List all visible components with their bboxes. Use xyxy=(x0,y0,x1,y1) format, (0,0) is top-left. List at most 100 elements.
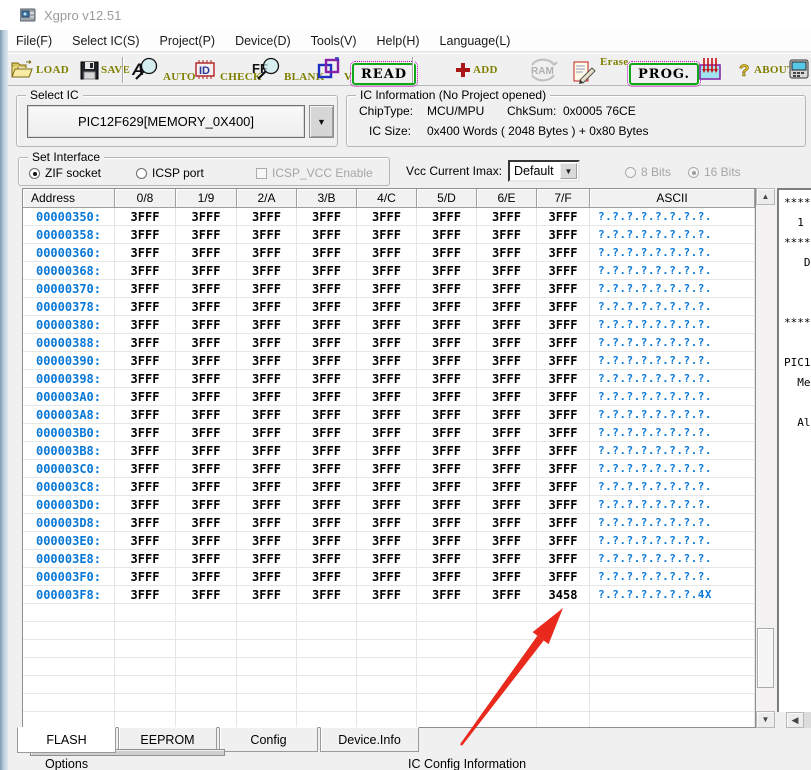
ascii-cell[interactable]: ?.?.?.?.?.?.?.?. xyxy=(590,478,755,496)
hex-value-cell[interactable]: 3FFF xyxy=(357,334,417,352)
hex-value-cell[interactable]: 3FFF xyxy=(477,550,537,568)
icsp-port-radio[interactable]: ICSP port xyxy=(136,164,204,182)
ascii-cell[interactable]: ?.?.?.?.?.?.?.?. xyxy=(590,316,755,334)
hex-value-cell[interactable]: 3FFF xyxy=(537,226,590,244)
hex-value-cell[interactable]: 3FFF xyxy=(237,460,297,478)
hex-value-cell[interactable]: 3FFF xyxy=(357,316,417,334)
ascii-cell[interactable]: ?.?.?.?.?.?.?.?. xyxy=(590,568,755,586)
ascii-cell[interactable]: ?.?.?.?.?.?.?.4X xyxy=(590,586,755,604)
hex-value-cell[interactable]: 3FFF xyxy=(176,280,237,298)
hex-value-cell[interactable]: 3FFF xyxy=(176,226,237,244)
scrollbar-thumb[interactable] xyxy=(757,628,774,688)
hex-value-cell[interactable]: 3FFF xyxy=(477,226,537,244)
hex-value-cell[interactable]: 3FFF xyxy=(357,442,417,460)
hex-value-cell[interactable]: 3FFF xyxy=(297,244,357,262)
hex-value-cell[interactable]: 3FFF xyxy=(115,514,176,532)
hex-value-cell[interactable]: 3FFF xyxy=(537,478,590,496)
hex-value-cell[interactable]: 3FFF xyxy=(297,262,357,280)
ascii-cell[interactable]: ?.?.?.?.?.?.?.?. xyxy=(590,280,755,298)
hex-value-cell[interactable]: 3FFF xyxy=(417,208,477,226)
hex-value-cell[interactable]: 3FFF xyxy=(176,262,237,280)
hex-value-cell[interactable]: 3FFF xyxy=(537,262,590,280)
hex-value-cell[interactable]: 3FFF xyxy=(176,406,237,424)
hex-value-cell[interactable]: 3FFF xyxy=(237,550,297,568)
hex-value-cell[interactable]: 3FFF xyxy=(417,568,477,586)
ascii-cell[interactable]: ?.?.?.?.?.?.?.?. xyxy=(590,352,755,370)
hex-value-cell[interactable]: 3FFF xyxy=(417,334,477,352)
hex-value-cell[interactable]: 3FFF xyxy=(237,496,297,514)
load-button[interactable]: LOAD xyxy=(10,54,69,86)
hex-value-cell[interactable]: 3FFF xyxy=(537,244,590,262)
scrollbar-track[interactable] xyxy=(804,712,811,728)
menu-item-device-d[interactable]: Device(D) xyxy=(225,32,301,50)
hex-value-cell[interactable]: 3FFF xyxy=(537,316,590,334)
hex-value-cell[interactable]: 3FFF xyxy=(115,550,176,568)
address-cell[interactable]: 000003E8: xyxy=(23,550,115,568)
hex-value-cell[interactable]: 3FFF xyxy=(115,478,176,496)
hex-value-cell[interactable]: 3FFF xyxy=(115,532,176,550)
hex-value-cell[interactable]: 3FFF xyxy=(537,568,590,586)
hex-value-cell[interactable]: 3FFF xyxy=(297,208,357,226)
hex-value-cell[interactable]: 3FFF xyxy=(477,388,537,406)
ascii-cell[interactable]: ?.?.?.?.?.?.?.?. xyxy=(590,514,755,532)
hex-value-cell[interactable]: 3FFF xyxy=(477,568,537,586)
hex-value-cell[interactable]: 3FFF xyxy=(176,568,237,586)
hex-value-cell[interactable]: 3FFF xyxy=(237,316,297,334)
ascii-cell[interactable]: ?.?.?.?.?.?.?.?. xyxy=(590,424,755,442)
hex-value-cell[interactable]: 3FFF xyxy=(357,550,417,568)
hex-value-cell[interactable]: 3FFF xyxy=(237,298,297,316)
hex-value-cell[interactable]: 3FFF xyxy=(297,226,357,244)
hex-value-cell[interactable]: 3FFF xyxy=(237,226,297,244)
ascii-cell[interactable]: ?.?.?.?.?.?.?.?. xyxy=(590,244,755,262)
hex-value-cell[interactable]: 3FFF xyxy=(477,334,537,352)
hex-value-cell[interactable]: 3FFF xyxy=(537,532,590,550)
add-button[interactable]: ADD xyxy=(455,54,498,86)
hex-value-cell[interactable]: 3FFF xyxy=(477,370,537,388)
hex-value-cell[interactable]: 3FFF xyxy=(115,298,176,316)
hex-value-cell[interactable]: 3FFF xyxy=(357,568,417,586)
hex-value-cell[interactable]: 3FFF xyxy=(417,514,477,532)
hex-value-cell[interactable]: 3FFF xyxy=(297,334,357,352)
tab-device-info[interactable]: Device.Info xyxy=(320,727,419,752)
address-cell[interactable]: 000003B0: xyxy=(23,424,115,442)
hex-value-cell[interactable]: 3FFF xyxy=(237,532,297,550)
hex-value-cell[interactable]: 3FFF xyxy=(537,514,590,532)
hex-value-cell[interactable]: 3FFF xyxy=(417,406,477,424)
hex-value-cell[interactable]: 3FFF xyxy=(417,244,477,262)
hex-value-cell[interactable]: 3FFF xyxy=(417,442,477,460)
tab-flash[interactable]: FLASH xyxy=(17,727,116,753)
hex-value-cell[interactable]: 3FFF xyxy=(357,280,417,298)
hex-value-cell[interactable]: 3FFF xyxy=(417,478,477,496)
hex-value-cell[interactable]: 3FFF xyxy=(297,298,357,316)
hex-value-cell[interactable]: 3FFF xyxy=(176,514,237,532)
hex-value-cell[interactable]: 3FFF xyxy=(237,424,297,442)
address-cell[interactable]: 000003E0: xyxy=(23,532,115,550)
hex-value-cell[interactable]: 3FFF xyxy=(176,478,237,496)
hex-value-cell[interactable]: 3FFF xyxy=(237,370,297,388)
hex-value-cell[interactable]: 3FFF xyxy=(176,442,237,460)
hex-value-cell[interactable]: 3FFF xyxy=(237,406,297,424)
hex-value-cell[interactable]: 3FFF xyxy=(357,532,417,550)
hex-value-cell[interactable]: 3FFF xyxy=(237,568,297,586)
hex-value-cell[interactable]: 3FFF xyxy=(297,496,357,514)
scroll-up-button[interactable]: ▲ xyxy=(756,188,775,205)
hex-value-cell[interactable]: 3FFF xyxy=(537,550,590,568)
selected-device-display[interactable]: PIC12F629[MEMORY_0X400] xyxy=(27,105,305,138)
hex-value-cell[interactable]: 3FFF xyxy=(537,442,590,460)
hex-value-cell[interactable]: 3FFF xyxy=(115,208,176,226)
hex-value-cell[interactable]: 3FFF xyxy=(237,478,297,496)
hex-value-cell[interactable]: 3FFF xyxy=(537,280,590,298)
zif-socket-radio[interactable]: ZIF socket xyxy=(29,164,101,182)
address-cell[interactable]: 00000390: xyxy=(23,352,115,370)
about-button[interactable]: ? ABOUT xyxy=(739,54,795,86)
hex-value-cell[interactable]: 3FFF xyxy=(477,532,537,550)
ram-button[interactable]: RAM xyxy=(526,54,560,86)
hex-value-cell[interactable]: 3FFF xyxy=(176,550,237,568)
hex-value-cell[interactable]: 3FFF xyxy=(477,352,537,370)
hex-value-cell[interactable]: 3FFF xyxy=(357,586,417,604)
address-cell[interactable]: 000003B8: xyxy=(23,442,115,460)
hex-value-cell[interactable]: 3FFF xyxy=(417,424,477,442)
hex-value-cell[interactable]: 3FFF xyxy=(176,334,237,352)
hex-value-cell[interactable]: 3FFF xyxy=(537,406,590,424)
hex-value-cell[interactable]: 3FFF xyxy=(357,460,417,478)
